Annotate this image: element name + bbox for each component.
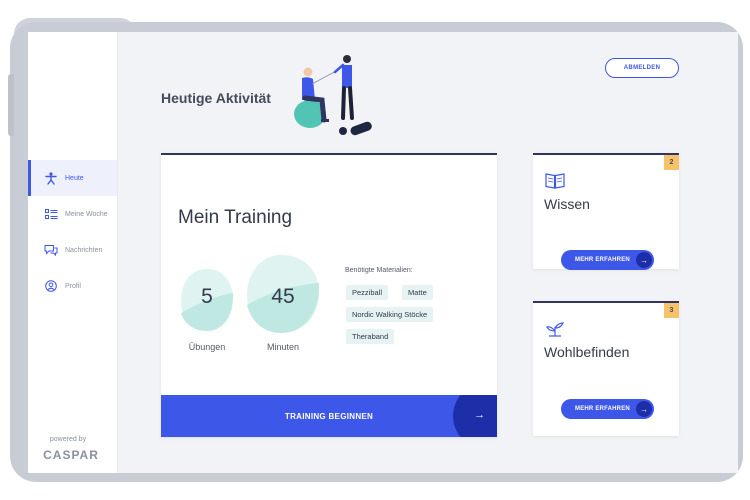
sidebar-item-label: Meine Woche (65, 210, 108, 218)
book-icon (545, 173, 565, 189)
wellbeing-card: 3 Wohlbefinden MEHR ERFAHREN → (533, 301, 679, 436)
profile-icon (44, 279, 58, 293)
sidebar-item-profil[interactable]: Profil (28, 268, 117, 304)
training-title: Mein Training (178, 207, 293, 228)
start-training-label: TRAINING BEGINNEN (284, 411, 374, 421)
material-chip: Nordic Walking Stöcke (346, 307, 434, 322)
more-button-label: MEHR ERFAHREN (575, 257, 630, 263)
knowledge-more-button[interactable]: MEHR ERFAHREN → (561, 250, 654, 270)
more-button-label: MEHR ERFAHREN (575, 406, 630, 412)
page-title: Heutige Aktivität (161, 90, 271, 106)
week-list-icon (44, 207, 58, 221)
wellbeing-more-button[interactable]: MEHR ERFAHREN → (561, 399, 654, 419)
person-activity-icon (44, 171, 58, 185)
training-card: Mein Training 5 Übungen 45 Minuten Benöt… (161, 153, 497, 437)
sidebar-item-label: Heute (65, 174, 84, 182)
plant-icon (546, 322, 564, 337)
sidebar-item-nachrichten[interactable]: Nachrichten (28, 232, 117, 268)
wellbeing-badge: 3 (664, 303, 679, 318)
logout-button[interactable]: ABMELDEN (605, 58, 679, 78)
arrow-right-icon: → (636, 252, 652, 268)
sidebar-item-label: Nachrichten (65, 246, 103, 254)
powered-by-label: powered by (49, 436, 87, 443)
exercises-count: 5 (201, 285, 213, 308)
app-screen: Heute Meine Woche Nachrichten Profil pow… (28, 32, 738, 473)
sidebar-item-label: Profil (65, 282, 81, 290)
sidebar-item-heute[interactable]: Heute (28, 160, 117, 196)
knowledge-card: 2 Wissen MEHR ERFAHREN → (533, 153, 679, 270)
sidebar-item-meine-woche[interactable]: Meine Woche (28, 196, 117, 232)
device-side-button (8, 74, 14, 136)
hero-illustration (288, 52, 378, 137)
knowledge-badge: 2 (664, 155, 679, 170)
material-chip: Pezziball (346, 285, 389, 300)
minutes-label: Minuten (266, 342, 300, 352)
brand-logo: CASPAR (43, 448, 99, 462)
arrow-right-icon: → (474, 409, 485, 421)
sidebar: Heute Meine Woche Nachrichten Profil pow… (28, 32, 118, 473)
materials-title: Benötigte Materialien: (345, 267, 413, 274)
minutes-count: 45 (271, 285, 295, 308)
exercises-label: Übungen (188, 342, 226, 352)
material-chip: Matte (402, 285, 433, 300)
wellbeing-title: Wohlbefinden (544, 344, 630, 360)
arrow-right-icon: → (636, 401, 652, 417)
chat-icon (44, 243, 58, 257)
knowledge-title: Wissen (544, 196, 590, 212)
material-chip: Theraband (346, 329, 395, 344)
start-training-button[interactable]: TRAINING BEGINNEN → (161, 395, 497, 437)
